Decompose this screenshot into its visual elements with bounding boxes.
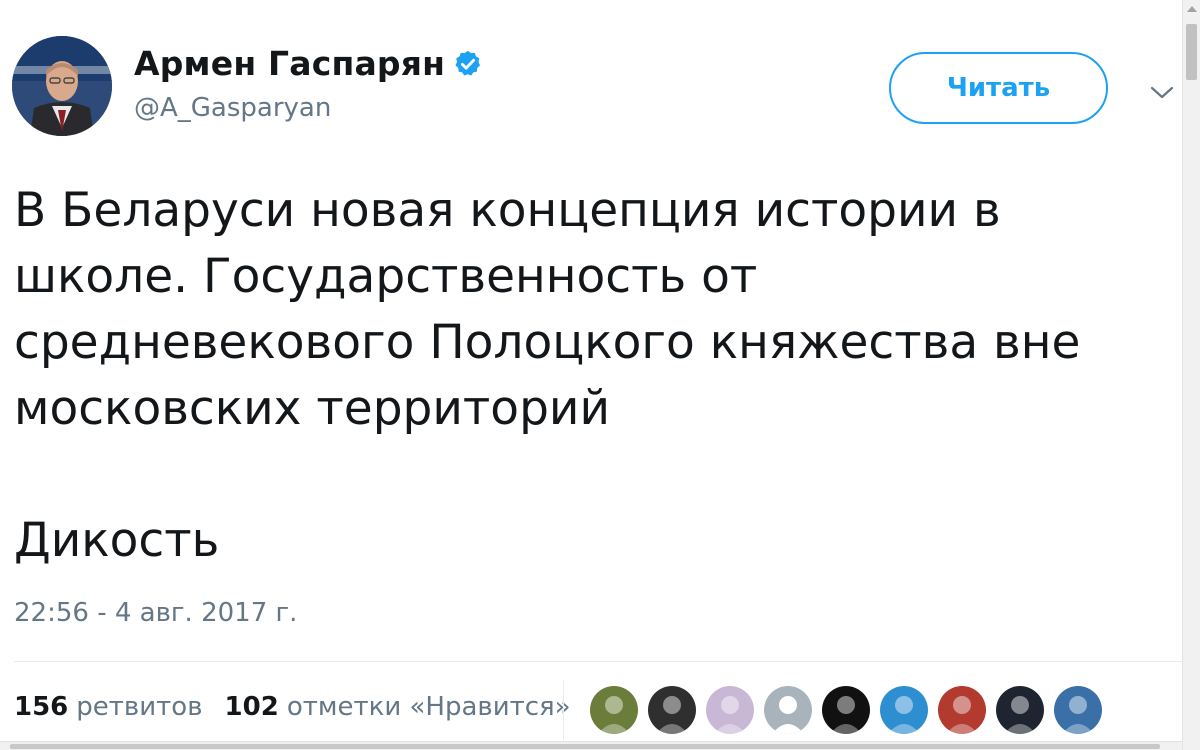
liker-avatar[interactable] [648,686,696,734]
tweet-text-second-paragraph: Дикость [14,513,220,568]
tweet-card: Армен Гаспарян @A_Gasparyan Читать В Бел… [0,0,1182,750]
divider [14,661,1182,662]
tweet-stats: 156 ретвитов 102 отметки «Нравится» [14,692,571,722]
author-avatar[interactable] [12,36,112,136]
liker-avatar[interactable] [1054,686,1102,734]
scroll-up-arrow-icon[interactable] [1187,6,1197,12]
horizontal-scrollbar-thumb[interactable] [10,744,1160,749]
liker-avatar[interactable] [996,686,1044,734]
horizontal-scrollbar[interactable] [0,741,1182,750]
vertical-scrollbar[interactable] [1182,0,1200,750]
liker-avatar[interactable] [938,686,986,734]
stats-divider [563,680,564,740]
liker-avatar[interactable] [706,686,754,734]
likes-count[interactable]: 102 [225,692,279,722]
liker-avatar[interactable] [822,686,870,734]
tweet-text: В Беларуси новая концепция истории в шко… [14,183,1081,436]
author-name-row[interactable]: Армен Гаспарян [134,44,483,83]
likers-avatar-list [590,686,1112,734]
liker-avatar[interactable] [764,686,812,734]
chevron-down-icon[interactable] [1148,78,1176,106]
scrollbar-thumb[interactable] [1186,24,1197,80]
likes-label[interactable]: отметки «Нравится» [287,692,571,722]
author-display-name[interactable]: Армен Гаспарян [134,44,445,83]
tweet-timestamp[interactable]: 22:56 - 4 авг. 2017 г. [14,598,297,628]
verified-badge-icon [455,50,481,75]
retweets-count[interactable]: 156 [14,692,68,722]
retweets-label[interactable]: ретвитов [76,692,202,722]
follow-button[interactable]: Читать [889,52,1108,124]
liker-avatar[interactable] [880,686,928,734]
author-handle[interactable]: @A_Gasparyan [134,93,331,123]
liker-avatar[interactable] [590,686,638,734]
